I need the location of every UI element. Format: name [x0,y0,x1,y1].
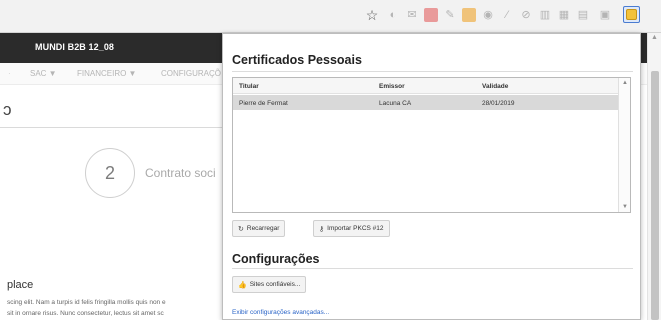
body-text-line: sit in ornare risus. Nunc consectetur, l… [7,310,164,317]
cell-titular: Pierre de Fermat [239,100,288,107]
body-text-line: scing elit. Nam a turpis id felis fringi… [7,299,166,306]
table-row[interactable]: Pierre de Fermat Lacuna CA 28/01/2019 [233,95,619,110]
trusted-sites-button[interactable]: 👍 Sites confiáveis... [232,276,307,293]
refresh-icon: ↻ [238,225,244,233]
ext-icon[interactable]: ⊘ [519,8,533,22]
browser-toolbar: ☆ ◐ ✉ ✎ ◉ ⁄ ⊘ ▥ ▦ ▤ ▣ [0,0,661,33]
scroll-up-icon[interactable]: ▲ [651,34,658,41]
advanced-settings-link[interactable]: Exibir configurações avançadas... [232,309,329,316]
key-icon: ⚷ [319,225,325,233]
ext-icon[interactable]: ▤ [576,8,590,22]
nav-separator: · [8,69,11,78]
reload-label: Recarregar [246,225,280,232]
import-label: Importar PKCS #12 [327,225,384,232]
certificates-table: Titular Emissor Validade Pierre de Ferma… [232,77,631,213]
ext-icon[interactable] [462,8,476,22]
ext-icon[interactable]: ▣ [598,8,612,22]
ext-icon[interactable]: ◐ [386,8,400,22]
reload-button[interactable]: ↻ Recarregar [232,220,286,237]
scrollbar-thumb[interactable] [651,71,659,320]
menu-icon[interactable] [646,8,656,22]
certificate-extension-icon[interactable] [623,6,640,23]
scroll-up-icon[interactable]: ▲ [622,80,628,86]
cell-emissor: Lacuna CA [379,100,412,107]
scroll-down-icon[interactable]: ▼ [622,204,628,210]
column-header-titular[interactable]: Titular [239,83,259,90]
ext-icon[interactable]: ◉ [481,8,495,22]
nav-item-sac[interactable]: SAC ▼ [30,69,57,78]
cell-validade: 28/01/2019 [482,100,515,107]
divider [0,127,232,128]
column-header-validade[interactable]: Validade [482,83,508,90]
ext-icon[interactable]: ▥ [538,8,552,22]
section-heading: place [7,279,34,291]
page-title: ɔ [3,100,12,119]
personal-certificates-title: Certificados Pessoais [232,53,362,67]
settings-title: Configurações [232,252,320,266]
star-icon[interactable]: ☆ [365,8,379,22]
step-number: 2 [85,148,135,198]
nav-item-configuracoes[interactable]: CONFIGURAÇÕ [161,69,221,78]
thumbs-up-icon: 👍 [238,281,247,289]
site-brand[interactable]: MUNDI B2B 12_08 [35,42,114,52]
ext-icon[interactable]: ▦ [557,8,571,22]
nav-item-financeiro[interactable]: FINANCEIRO ▼ [77,69,136,78]
divider [232,71,633,72]
divider [232,268,633,269]
ext-icon[interactable]: ⁄ [500,8,514,22]
column-header-emissor[interactable]: Emissor [379,83,405,90]
ext-icon[interactable]: ✉ [405,8,419,22]
certificates-popup: Certificados Pessoais Titular Emissor Va… [222,33,641,320]
trusted-sites-label: Sites confiáveis... [249,281,301,288]
ext-icon[interactable]: ✎ [443,8,457,22]
table-header: Titular Emissor Validade [233,78,619,94]
table-scrollbar[interactable]: ▲ ▼ [618,78,630,212]
ext-icon[interactable] [424,8,438,22]
import-pkcs12-button[interactable]: ⚷ Importar PKCS #12 [313,220,390,237]
browser-window: ☆ ◐ ✉ ✎ ◉ ⁄ ⊘ ▥ ▦ ▤ ▣ MUNDI B2B 12_08 · … [0,0,661,320]
page-scrollbar[interactable]: ▲ [647,33,661,320]
step-label: Contrato soci [145,166,216,180]
